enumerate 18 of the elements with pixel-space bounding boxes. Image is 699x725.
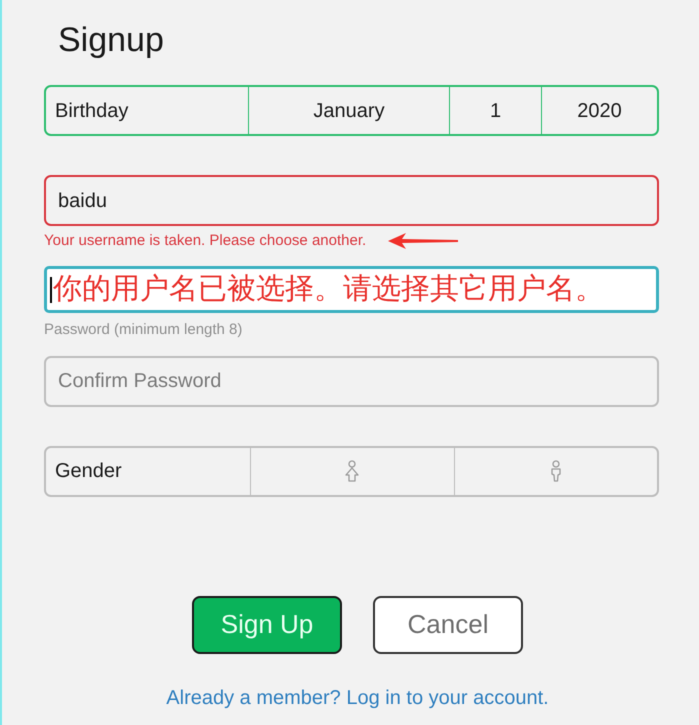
confirm-password-field[interactable]: Confirm Password bbox=[44, 356, 659, 406]
form-title: Signup bbox=[58, 20, 164, 60]
gender-label: Gender bbox=[46, 448, 251, 494]
password-field[interactable]: 你的用户名已被选择。请选择其它用户名。 bbox=[44, 266, 659, 313]
birthday-label: Birthday bbox=[46, 87, 249, 134]
username-field[interactable]: baidu bbox=[44, 175, 659, 226]
field-hint: Password (minimum length 8) bbox=[44, 320, 242, 340]
birthday-picker[interactable]: Birthday January 1 2020 bbox=[44, 85, 659, 136]
year-selector[interactable]: 2020 bbox=[542, 87, 657, 134]
annotation-arrow bbox=[388, 233, 458, 249]
day-selector[interactable]: 1 bbox=[450, 87, 542, 134]
text-cursor bbox=[50, 276, 52, 302]
error-message: Your username is taken. Please choose another. bbox=[44, 230, 366, 251]
annotation-text: 你的用户名已被选择。请选择其它用户名。 bbox=[53, 275, 604, 304]
login-link[interactable]: Already a member? Log in to your account. bbox=[166, 682, 549, 712]
cancel-button[interactable]: Cancel bbox=[373, 596, 523, 654]
month-selector[interactable]: January bbox=[249, 87, 450, 134]
female-figure-icon bbox=[343, 460, 362, 482]
